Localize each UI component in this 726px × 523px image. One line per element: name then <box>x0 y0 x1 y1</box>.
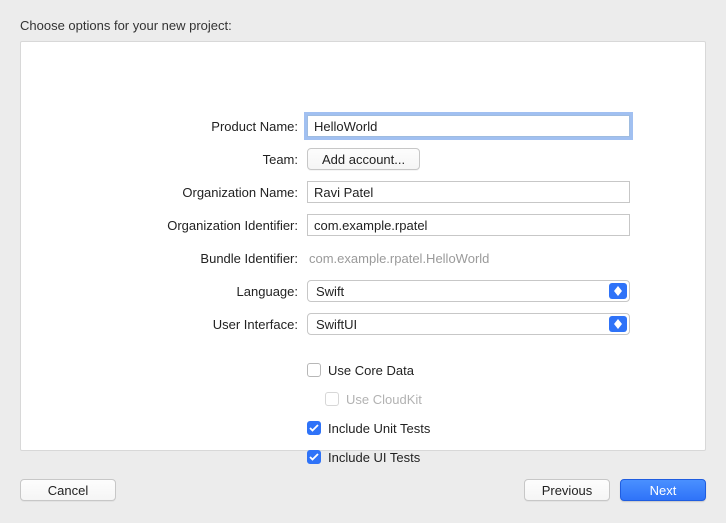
row-core-data: Use Core Data <box>41 360 630 380</box>
row-org-id: Organization Identifier: <box>41 213 630 237</box>
previous-button[interactable]: Previous <box>524 479 610 501</box>
cloudkit-checkbox <box>325 392 339 406</box>
options-panel: Product Name: Team: Add account... Organ… <box>20 41 706 451</box>
next-button[interactable]: Next <box>620 479 706 501</box>
updown-icon <box>609 316 627 332</box>
language-select-value: Swift <box>316 284 344 299</box>
language-label: Language: <box>41 284 307 299</box>
bundle-id-value: com.example.rpatel.HelloWorld <box>307 251 489 266</box>
cloudkit-checkbox-label: Use CloudKit <box>346 392 422 407</box>
org-name-input[interactable] <box>307 181 630 203</box>
row-unit-tests: Include Unit Tests <box>41 418 630 438</box>
row-user-interface: User Interface: SwiftUI <box>41 312 630 336</box>
updown-icon <box>609 283 627 299</box>
org-name-label: Organization Name: <box>41 185 307 200</box>
unit-tests-checkbox[interactable] <box>307 421 321 435</box>
core-data-checkbox-label: Use Core Data <box>328 363 414 378</box>
language-select[interactable]: Swift <box>307 280 630 302</box>
product-name-label: Product Name: <box>41 119 307 134</box>
unit-tests-checkbox-label: Include Unit Tests <box>328 421 430 436</box>
org-id-label: Organization Identifier: <box>41 218 307 233</box>
row-bundle-id: Bundle Identifier: com.example.rpatel.He… <box>41 246 630 270</box>
page-title: Choose options for your new project: <box>20 18 232 33</box>
footer: Cancel Previous Next <box>0 459 726 523</box>
row-language: Language: Swift <box>41 279 630 303</box>
user-interface-select[interactable]: SwiftUI <box>307 313 630 335</box>
cancel-button[interactable]: Cancel <box>20 479 116 501</box>
bundle-id-label: Bundle Identifier: <box>41 251 307 266</box>
row-product-name: Product Name: <box>41 114 630 138</box>
add-account-button[interactable]: Add account... <box>307 148 420 170</box>
org-id-input[interactable] <box>307 214 630 236</box>
row-team: Team: Add account... <box>41 147 630 171</box>
product-name-input[interactable] <box>307 115 630 137</box>
ui-label: User Interface: <box>41 317 307 332</box>
row-cloudkit: Use CloudKit <box>41 389 630 409</box>
user-interface-select-value: SwiftUI <box>316 317 357 332</box>
row-org-name: Organization Name: <box>41 180 630 204</box>
team-label: Team: <box>41 152 307 167</box>
options-form: Product Name: Team: Add account... Organ… <box>21 114 705 467</box>
core-data-checkbox[interactable] <box>307 363 321 377</box>
